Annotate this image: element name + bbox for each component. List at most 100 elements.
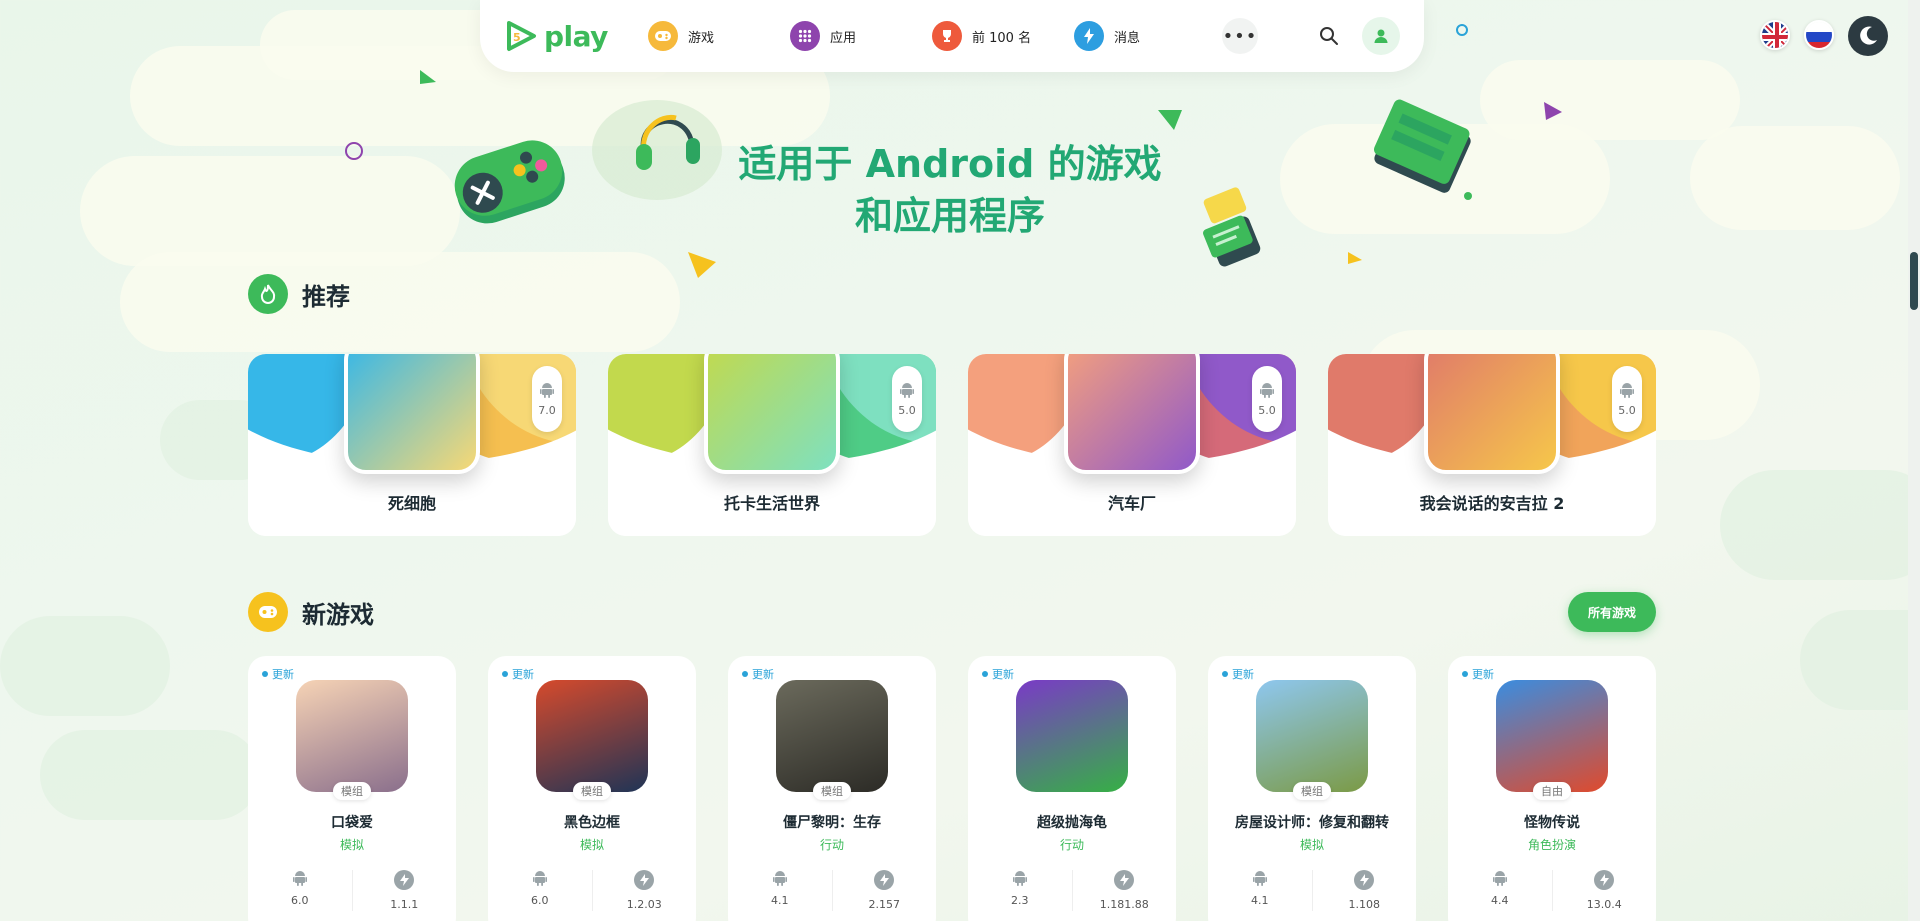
logo-badge: 5 xyxy=(513,31,521,44)
android-version: 5.0 xyxy=(898,403,916,417)
gamepad-icon xyxy=(248,592,288,632)
app-icon-image[interactable] xyxy=(1064,354,1200,474)
android-icon xyxy=(1620,382,1634,398)
lightning-icon xyxy=(874,870,895,890)
featured-card[interactable]: 5.0 托卡生活世界 xyxy=(608,354,936,536)
featured-card[interactable]: 7.0 死细胞 xyxy=(248,354,576,536)
user-icon xyxy=(1374,29,1388,43)
app-icon-image[interactable] xyxy=(1424,354,1560,474)
app-name[interactable]: 死细胞 xyxy=(248,490,576,514)
android-version-badge: 5.0 xyxy=(1612,366,1642,432)
featured-card[interactable]: 5.0 我会说话的安吉拉 2 xyxy=(1328,354,1656,536)
user-account-button[interactable] xyxy=(1362,17,1400,55)
scrollbar-track[interactable] xyxy=(1908,0,1920,921)
game-category[interactable]: 行动 xyxy=(968,836,1176,853)
app-name[interactable]: 我会说话的安吉拉 2 xyxy=(1328,490,1656,514)
game-name[interactable]: 黑色边框 xyxy=(488,812,696,832)
game-category[interactable]: 模拟 xyxy=(488,836,696,853)
android-icon xyxy=(540,382,554,398)
game-card[interactable]: 更新自由怪物传说角色扮演 4.4 13.0.4 xyxy=(1448,656,1656,921)
game-icon-image[interactable] xyxy=(1016,680,1128,792)
all-games-button[interactable]: 所有游戏 xyxy=(1568,592,1656,632)
fire-icon xyxy=(248,274,288,314)
mod-badge: 自由 xyxy=(1533,782,1571,800)
lightning-icon xyxy=(1074,21,1104,51)
game-icon-image[interactable] xyxy=(1256,680,1368,792)
game-version: 1.108 xyxy=(1348,898,1381,911)
android-version: 4.4 xyxy=(1491,894,1509,907)
app-name[interactable]: 托卡生活世界 xyxy=(608,490,936,514)
game-icon-image[interactable] xyxy=(776,680,888,792)
android-version: 6.0 xyxy=(291,894,309,907)
game-version-stat: 13.0.4 xyxy=(1551,870,1657,911)
nav-item-games[interactable]: 游戏 xyxy=(648,21,790,51)
android-version: 5.0 xyxy=(1258,403,1276,417)
game-icon-image[interactable] xyxy=(296,680,408,792)
nav-item-top100[interactable]: 前 100 名 xyxy=(932,21,1074,51)
nav-item-apps[interactable]: 应用 xyxy=(790,21,932,51)
nav-item-news[interactable]: 消息 xyxy=(1074,21,1222,51)
scrollbar-thumb[interactable] xyxy=(1910,252,1918,310)
android-version-stat: 4.1 xyxy=(1208,870,1312,911)
app-icon-image[interactable] xyxy=(344,354,480,474)
game-card[interactable]: 更新 模组 口袋爱 模拟 6.0 1.1.1 xyxy=(248,656,456,921)
apps-grid-icon xyxy=(790,21,820,51)
featured-card[interactable]: 5.0 汽车厂 xyxy=(968,354,1296,536)
android-version-stat: 6.0 xyxy=(488,870,592,911)
android-icon xyxy=(292,871,307,886)
android-version-stat: 2.3 xyxy=(968,870,1072,911)
game-category[interactable]: 行动 xyxy=(728,836,936,853)
android-icon xyxy=(1492,871,1507,886)
game-card[interactable]: 更新 模组 房屋设计师：修复和翻转 模拟 4.1 1.108 xyxy=(1208,656,1416,921)
game-name[interactable]: 怪物传说 xyxy=(1448,812,1656,832)
android-version: 7.0 xyxy=(538,403,556,417)
site-logo[interactable]: 5 play xyxy=(504,19,648,53)
bg-blob xyxy=(1720,470,1920,580)
gamepad-icon xyxy=(648,21,678,51)
game-category[interactable]: 角色扮演 xyxy=(1448,836,1656,853)
lightning-icon xyxy=(1594,870,1615,890)
lightning-icon xyxy=(394,870,415,890)
new-games-title: 新游戏 xyxy=(302,600,374,629)
game-name[interactable]: 口袋爱 xyxy=(248,812,456,832)
game-icon-image[interactable] xyxy=(1496,680,1608,792)
mod-badge: 模组 xyxy=(333,782,371,800)
android-icon xyxy=(532,871,547,886)
android-version-badge: 5.0 xyxy=(1252,366,1282,432)
android-icon xyxy=(772,871,787,886)
android-version: 4.1 xyxy=(1251,894,1269,907)
language-english-button[interactable] xyxy=(1760,20,1790,50)
lightning-icon xyxy=(1354,870,1375,890)
game-category[interactable]: 模拟 xyxy=(248,836,456,853)
android-version-stat: 6.0 xyxy=(248,870,352,911)
logo-text: play xyxy=(544,19,608,53)
gamepad-illustration-icon xyxy=(454,140,565,224)
book-icon xyxy=(1373,99,1471,193)
lightning-icon xyxy=(634,870,655,890)
hero-line-2: 和应用程序 xyxy=(854,194,1045,238)
game-version: 1.1.1 xyxy=(390,898,419,911)
app-name[interactable]: 汽车厂 xyxy=(968,490,1296,514)
game-name[interactable]: 超级抛海龟 xyxy=(968,812,1176,832)
game-name[interactable]: 僵尸黎明：生存 xyxy=(728,812,936,832)
android-icon xyxy=(1260,382,1274,398)
chat-bubbles-icon xyxy=(1203,187,1261,267)
android-version-badge: 7.0 xyxy=(532,366,562,432)
search-button[interactable] xyxy=(1314,21,1344,51)
language-russian-button[interactable] xyxy=(1804,20,1834,50)
app-icon-image[interactable] xyxy=(704,354,840,474)
game-icon-image[interactable] xyxy=(536,680,648,792)
game-stats: 4.4 13.0.4 xyxy=(1448,870,1656,911)
more-menu-button[interactable]: ••• xyxy=(1222,18,1258,54)
game-category[interactable]: 模拟 xyxy=(1208,836,1416,853)
game-card[interactable]: 更新 模组 僵尸黎明：生存 行动 4.1 2.157 xyxy=(728,656,936,921)
game-card[interactable]: 更新 模组 黑色边框 模拟 6.0 1.2.03 xyxy=(488,656,696,921)
bg-blob xyxy=(40,730,260,820)
update-tag: 更新 xyxy=(742,666,774,682)
game-card[interactable]: 更新 超级抛海龟 行动 2.3 1.181.88 xyxy=(968,656,1176,921)
nav-item-label: 应用 xyxy=(830,30,857,46)
hero-line-1: 适用于 Android 的游戏 xyxy=(738,142,1162,186)
dark-mode-toggle[interactable] xyxy=(1848,16,1888,56)
update-tag: 更新 xyxy=(1462,666,1494,682)
game-name[interactable]: 房屋设计师：修复和翻转 xyxy=(1208,812,1416,832)
